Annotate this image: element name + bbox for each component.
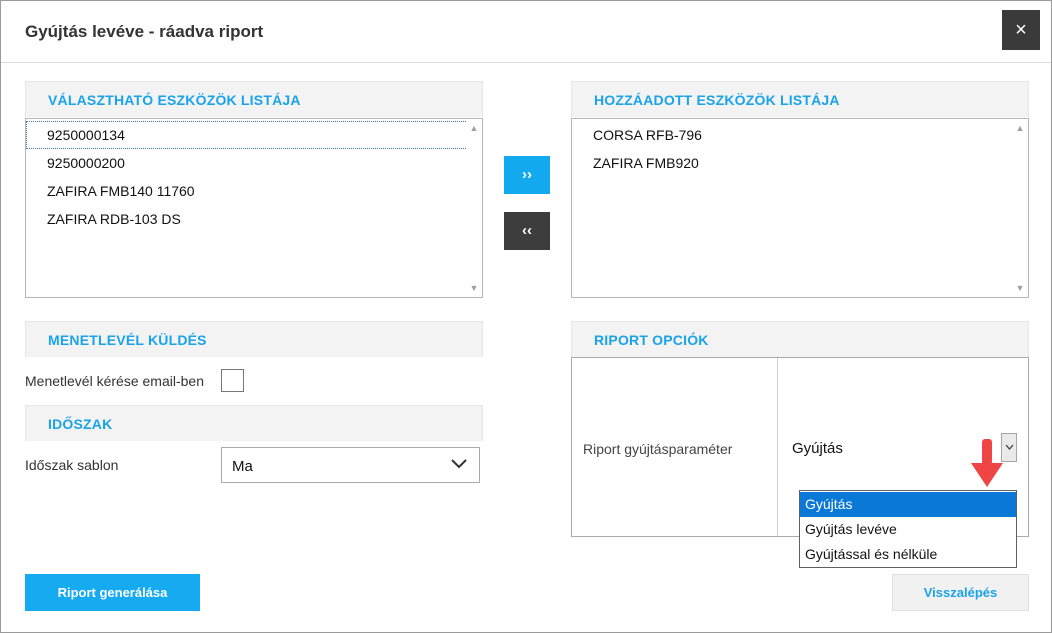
added-list-scrollbar[interactable]: ▲ ▼ — [1012, 119, 1028, 297]
list-item[interactable]: ZAFIRA FMB140 11760 — [27, 178, 467, 204]
chevron-down-icon — [1005, 444, 1014, 450]
dropdown-option[interactable]: Gyújtással és nélküle — [800, 542, 1016, 567]
remove-device-button[interactable]: ‹‹ — [504, 212, 550, 250]
scroll-up-icon[interactable]: ▲ — [469, 123, 479, 133]
waybill-header: MENETLEVÉL KÜLDÉS — [25, 321, 483, 357]
waybill-title: MENETLEVÉL KÜLDÉS — [48, 332, 207, 348]
report-options-header: RIPORT OPCIÓK — [571, 321, 1029, 357]
red-arrow-icon — [971, 439, 1003, 487]
report-options-title: RIPORT OPCIÓK — [594, 332, 709, 348]
list-item[interactable]: 9250000200 — [27, 150, 467, 176]
back-button[interactable]: Visszalépés — [892, 574, 1029, 611]
available-devices-title: VÁLASZTHATÓ ESZKÖZÖK LISTÁJA — [48, 92, 301, 108]
dialog-titlebar: Gyújtás levéve - ráadva riport × — [1, 1, 1051, 63]
add-device-button[interactable]: ›› — [504, 156, 550, 194]
available-devices-list[interactable]: 9250000134 9250000200 ZAFIRA FMB140 1176… — [25, 118, 483, 298]
ignition-param-value[interactable]: Gyújtás — [792, 440, 843, 457]
period-template-value: Ma — [232, 458, 253, 475]
dialog-title: Gyújtás levéve - ráadva riport — [25, 22, 264, 41]
added-devices-title: HOZZÁADOTT ESZKÖZÖK LISTÁJA — [594, 92, 840, 108]
period-header: IDŐSZAK — [25, 405, 483, 441]
added-devices-header: HOZZÁADOTT ESZKÖZÖK LISTÁJA — [571, 81, 1029, 117]
available-list-scrollbar[interactable]: ▲ ▼ — [466, 119, 482, 297]
email-waybill-checkbox[interactable] — [221, 369, 244, 392]
table-divider — [777, 358, 778, 536]
added-devices-list[interactable]: CORSA RFB-796 ZAFIRA FMB920 ▲ ▼ — [571, 118, 1029, 298]
generate-report-button[interactable]: Riport generálása — [25, 574, 200, 611]
list-item[interactable]: 9250000134 — [26, 121, 468, 149]
dropdown-option[interactable]: Gyújtás — [800, 492, 1016, 517]
available-devices-header: VÁLASZTHATÓ ESZKÖZÖK LISTÁJA — [25, 81, 483, 117]
scroll-down-icon[interactable]: ▼ — [1015, 283, 1025, 293]
email-waybill-label: Menetlevél kérése email-ben — [25, 373, 204, 389]
close-icon: × — [1015, 19, 1027, 41]
period-template-label: Időszak sablon — [25, 457, 119, 473]
period-template-select[interactable]: Ma — [221, 447, 480, 483]
scroll-up-icon[interactable]: ▲ — [1015, 123, 1025, 133]
close-button[interactable]: × — [1002, 10, 1040, 50]
period-title: IDŐSZAK — [48, 416, 113, 432]
list-item[interactable]: CORSA RFB-796 — [573, 122, 1013, 148]
scroll-down-icon[interactable]: ▼ — [469, 283, 479, 293]
list-item[interactable]: ZAFIRA RDB-103 DS — [27, 206, 467, 232]
ignition-param-label: Riport gyújtásparaméter — [583, 441, 733, 457]
dropdown-option[interactable]: Gyújtás levéve — [800, 517, 1016, 542]
chevron-down-icon — [451, 459, 467, 469]
report-dialog: Gyújtás levéve - ráadva riport × VÁLASZT… — [0, 0, 1052, 633]
list-item[interactable]: ZAFIRA FMB920 — [573, 150, 1013, 176]
ignition-param-options[interactable]: Gyújtás Gyújtás levéve Gyújtással és nél… — [799, 490, 1017, 568]
